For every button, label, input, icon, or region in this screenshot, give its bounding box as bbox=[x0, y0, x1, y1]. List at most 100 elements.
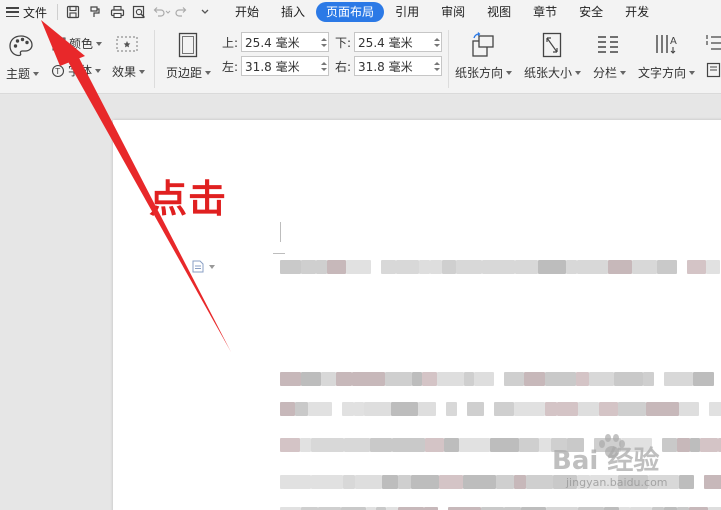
blurred-text-segment bbox=[370, 438, 392, 452]
blurred-text-segment bbox=[442, 260, 456, 274]
blurred-text-segment bbox=[463, 475, 496, 489]
tab-7[interactable]: 安全 bbox=[568, 2, 614, 22]
blurred-text-segment bbox=[422, 372, 437, 386]
bottom-margin-label: 下: bbox=[335, 35, 352, 50]
redo-icon[interactable] bbox=[172, 1, 194, 23]
spinner-arrows-icon[interactable] bbox=[319, 33, 328, 51]
line-numbers-icon[interactable] bbox=[706, 34, 721, 52]
paper-orientation-button[interactable]: 纸张方向 bbox=[455, 64, 513, 81]
blurred-text-segment bbox=[664, 372, 693, 386]
bottom-margin-field: 下: 25.4 毫米 bbox=[335, 32, 443, 52]
margins-button[interactable]: 页边距 bbox=[166, 64, 212, 81]
chevron-down-icon bbox=[620, 70, 627, 75]
tab-0[interactable]: 开始 bbox=[224, 2, 270, 22]
blurred-text-segment bbox=[464, 372, 474, 386]
blurred-text-segment bbox=[494, 402, 514, 416]
blurred-text-segment bbox=[352, 372, 385, 386]
print-preview-icon[interactable] bbox=[128, 1, 150, 23]
blurred-text-segment bbox=[693, 372, 714, 386]
paper-size-icon[interactable] bbox=[542, 32, 562, 58]
tab-8[interactable]: 开发 bbox=[614, 2, 660, 22]
blurred-text-segment bbox=[280, 475, 311, 489]
spinner-arrows-icon[interactable] bbox=[319, 57, 328, 75]
blurred-text-segment bbox=[364, 402, 391, 416]
save-icon[interactable] bbox=[62, 1, 84, 23]
blurred-text-segment bbox=[280, 260, 301, 274]
blurred-text-segment bbox=[311, 475, 343, 489]
bottom-margin-input[interactable]: 25.4 毫米 bbox=[354, 32, 443, 52]
blurred-text-segment bbox=[589, 372, 614, 386]
blurred-text-segment bbox=[439, 475, 463, 489]
file-menu-button[interactable]: 文件 bbox=[0, 0, 53, 24]
print-icon[interactable] bbox=[106, 1, 128, 23]
paper-orientation-icon[interactable] bbox=[470, 32, 496, 58]
ribbon-tabs: 开始 插入 页面布局 引用 审阅 视图 章节 安全 开发 bbox=[224, 2, 660, 22]
top-margin-value: 25.4 毫米 bbox=[245, 35, 300, 50]
blurred-text-segment bbox=[311, 438, 344, 452]
effects-button[interactable]: 效果 bbox=[112, 63, 146, 80]
left-margin-value: 31.8 毫米 bbox=[245, 59, 300, 74]
blurred-text-segment bbox=[482, 260, 515, 274]
columns-button[interactable]: 分栏 bbox=[593, 64, 627, 81]
blurred-text-segment bbox=[295, 402, 308, 416]
blurred-text-segment bbox=[646, 402, 679, 416]
effects-icon[interactable] bbox=[115, 35, 139, 53]
color-button[interactable]: 颜色 bbox=[52, 35, 103, 52]
blurred-text-segment bbox=[456, 260, 482, 274]
paper-size-button[interactable]: 纸张大小 bbox=[524, 64, 582, 81]
blurred-text-segment bbox=[385, 372, 412, 386]
blurred-text-segment bbox=[632, 260, 657, 274]
chevron-down-icon bbox=[506, 70, 513, 75]
page-break-icon[interactable] bbox=[706, 62, 721, 78]
chevron-down-icon bbox=[205, 70, 212, 75]
spinner-arrows-icon[interactable] bbox=[432, 33, 441, 51]
blurred-text-segment bbox=[709, 402, 721, 416]
undo-icon[interactable] bbox=[150, 1, 172, 23]
blurred-text-segment bbox=[396, 260, 419, 274]
right-margin-input[interactable]: 31.8 毫米 bbox=[354, 56, 443, 76]
tab-3[interactable]: 引用 bbox=[384, 2, 430, 22]
chevron-down-icon bbox=[33, 71, 40, 76]
blurred-text-segment bbox=[280, 438, 300, 452]
paragraph-layout-icon[interactable] bbox=[192, 260, 215, 273]
tab-6[interactable]: 章节 bbox=[522, 2, 568, 22]
theme-button[interactable]: 主题 bbox=[6, 65, 40, 82]
blurred-text-segment bbox=[608, 260, 632, 274]
font-icon: T bbox=[51, 64, 65, 77]
tab-2[interactable]: 页面布局 bbox=[316, 2, 385, 22]
blurred-text-segment bbox=[557, 402, 578, 416]
blurred-text-segment bbox=[392, 438, 425, 452]
theme-palette-icon[interactable] bbox=[8, 34, 34, 58]
blurred-text-segment bbox=[381, 260, 396, 274]
blurred-text-segment bbox=[539, 438, 551, 452]
top-margin-label: 上: bbox=[222, 35, 239, 50]
blurred-text-segment bbox=[526, 475, 553, 489]
blurred-text-segment bbox=[391, 402, 418, 416]
text-direction-button[interactable]: 文字方向 bbox=[638, 64, 696, 81]
tab-5[interactable]: 视图 bbox=[476, 2, 522, 22]
blurred-text-segment bbox=[280, 402, 295, 416]
blurred-text-segment bbox=[496, 475, 514, 489]
blurred-text-segment bbox=[398, 475, 411, 489]
left-margin-input[interactable]: 31.8 毫米 bbox=[241, 56, 330, 76]
margin-corner-mark bbox=[280, 222, 281, 242]
ribbon-toolbar: 主题 颜色 T 字体 效果 页边距 上: 25.4 毫米 左: 31.8 毫米 bbox=[0, 24, 721, 94]
columns-icon[interactable] bbox=[596, 34, 620, 56]
blurred-text-segment bbox=[344, 438, 370, 452]
blurred-text-segment bbox=[467, 402, 484, 416]
blurred-text-segment bbox=[687, 260, 706, 274]
format-painter-icon[interactable] bbox=[84, 1, 106, 23]
click-annotation-label: 点击 bbox=[149, 177, 228, 221]
ribbon-divider bbox=[154, 30, 155, 88]
top-margin-input[interactable]: 25.4 毫米 bbox=[241, 32, 330, 52]
font-button[interactable]: T 字体 bbox=[51, 62, 102, 79]
chevron-down-icon bbox=[209, 264, 215, 269]
text-direction-icon[interactable]: A bbox=[654, 32, 680, 56]
blurred-text-segment bbox=[618, 402, 646, 416]
customize-icon[interactable] bbox=[194, 1, 216, 23]
spinner-arrows-icon[interactable] bbox=[432, 57, 441, 75]
tab-1[interactable]: 插入 bbox=[270, 2, 316, 22]
tab-4[interactable]: 审阅 bbox=[430, 2, 476, 22]
paper-orientation-label: 纸张方向 bbox=[455, 66, 504, 80]
margins-icon[interactable] bbox=[178, 32, 198, 58]
